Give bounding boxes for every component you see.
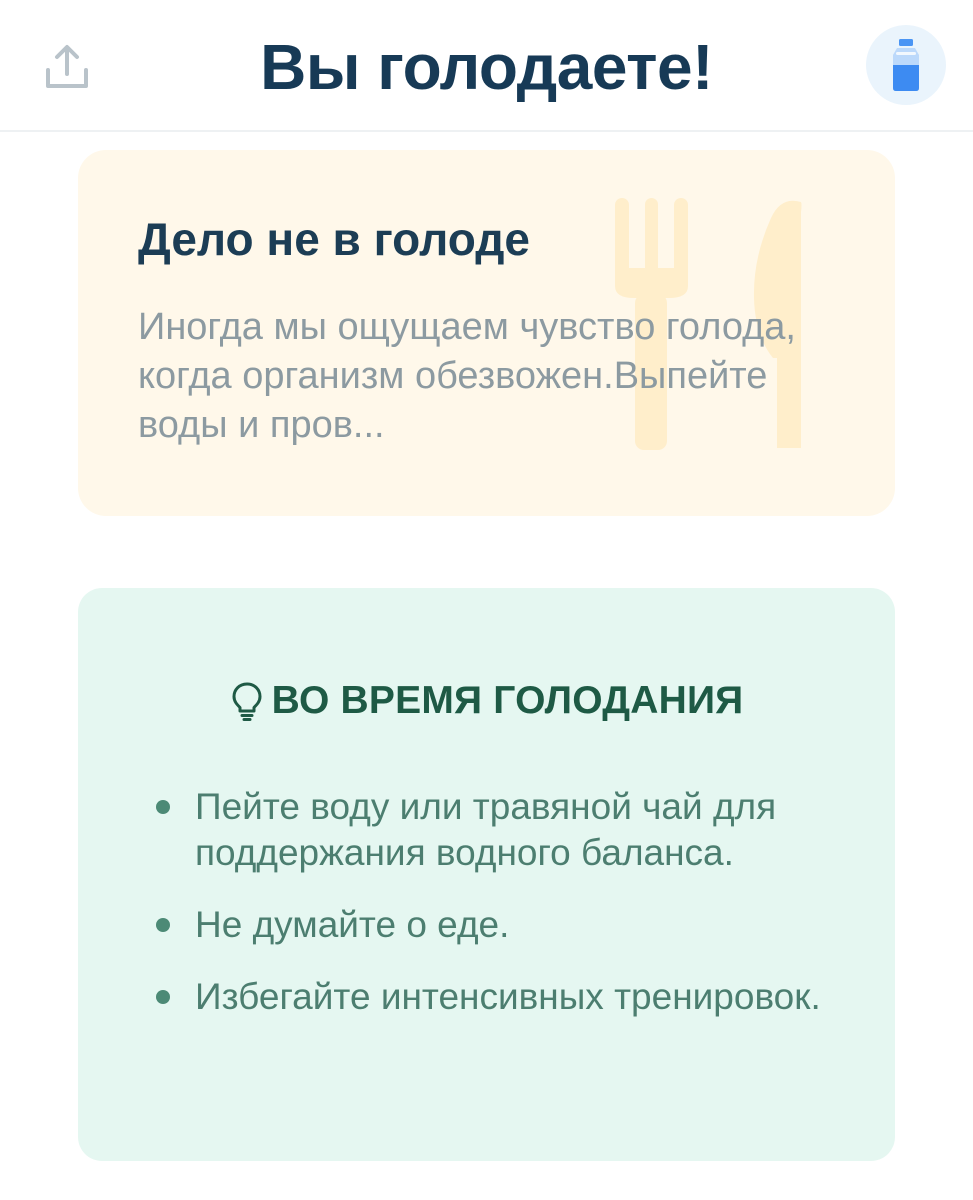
tip-item: Избегайте интенсивных тренировок. xyxy=(156,974,856,1020)
tip-text: Избегайте интенсивных тренировок. xyxy=(195,976,821,1017)
lightbulb-icon xyxy=(232,682,262,721)
bullet-dot xyxy=(156,918,170,932)
tips-card: ВО ВРЕМЯ ГОЛОДАНИЯ Пейте воду или травян… xyxy=(78,588,895,1161)
water-bottle-icon xyxy=(893,39,919,91)
tips-title: ВО ВРЕМЯ ГОЛОДАНИЯ xyxy=(271,679,744,722)
tips-list: Пейте воду или травяной чай для поддержа… xyxy=(156,784,856,1046)
bullet-dot xyxy=(156,800,170,814)
header: Вы голодаете! xyxy=(0,0,973,132)
hunger-card-title: Дело не в голоде xyxy=(138,213,531,265)
hunger-card[interactable]: Дело не в голоде Иногда мы ощущаем чувст… xyxy=(78,150,895,516)
hunger-screen: Вы голодаете! Дело не в голоде Иногда мы… xyxy=(0,0,973,1200)
tip-item: Пейте воду или травяной чай для поддержа… xyxy=(156,784,856,876)
tip-text: Пейте воду или травяной чай для поддержа… xyxy=(195,786,777,873)
water-button[interactable] xyxy=(866,25,946,105)
page-title: Вы голодаете! xyxy=(260,31,713,103)
tips-header: ВО ВРЕМЯ ГОЛОДАНИЯ xyxy=(78,678,895,724)
tip-item: Не думайте о еде. xyxy=(156,902,856,948)
hunger-card-text: Иногда мы ощущаем чувство голода, когда … xyxy=(138,306,796,446)
bullet-dot xyxy=(156,990,170,1004)
tip-text: Не думайте о еде. xyxy=(195,904,510,945)
